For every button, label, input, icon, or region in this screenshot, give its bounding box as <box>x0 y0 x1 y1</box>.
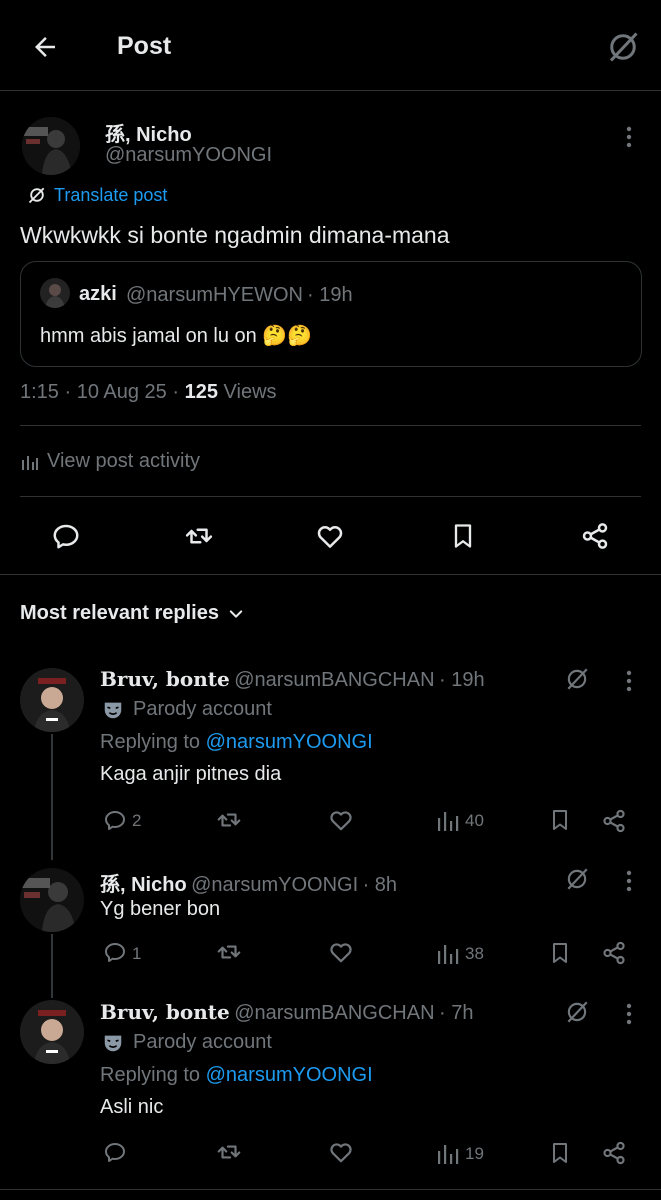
reply-header: 孫, Nicho @narsumYOONGI · 8h <box>100 868 397 897</box>
thinking-emoji: 🤔🤔 <box>262 325 313 347</box>
repost-icon[interactable] <box>214 806 244 834</box>
share-icon[interactable] <box>599 938 629 968</box>
quote-author-name: azki <box>79 283 117 305</box>
avatar[interactable] <box>20 1000 84 1064</box>
reply-time: · 19h <box>438 669 485 691</box>
reply-text: Asli nic <box>100 1096 164 1118</box>
avatar[interactable] <box>22 117 80 175</box>
replying-to: Replying to @narsumYOONGI <box>100 1064 373 1087</box>
views-icon[interactable] <box>436 1142 460 1166</box>
bookmark-icon[interactable] <box>546 1139 574 1167</box>
thread-line <box>51 934 53 998</box>
avatar[interactable] <box>20 668 84 732</box>
post-text: Wkwkwkk si bonte ngadmin dimana-mana <box>20 222 450 248</box>
repost-icon[interactable] <box>214 938 244 966</box>
reply-author-handle[interactable]: @narsumYOONGI <box>191 874 358 896</box>
translate-post-link[interactable]: Translate post <box>54 185 167 206</box>
post-author-handle[interactable]: @narsumYOONGI <box>105 144 272 167</box>
view-post-activity-link[interactable]: View post activity <box>47 450 200 473</box>
quote-text-body: hmm abis jamal on lu on <box>40 325 257 347</box>
post-meta: 1:15 · 10 Aug 25 · 125 Views <box>20 381 277 404</box>
replying-to-handle[interactable]: @narsumYOONGI <box>206 1064 373 1086</box>
translate-icon <box>27 185 47 205</box>
share-icon[interactable] <box>575 516 615 556</box>
reply-author-name[interactable]: Bruv, bonte <box>100 1000 230 1024</box>
sort-replies-label[interactable]: Most relevant replies <box>20 602 219 625</box>
like-icon[interactable] <box>327 1139 355 1165</box>
repost-icon[interactable] <box>178 516 220 556</box>
views-count: 38 <box>465 944 484 963</box>
meta-divider <box>20 425 641 426</box>
back-arrow-icon[interactable] <box>28 30 62 64</box>
bookmark-icon[interactable] <box>546 806 574 834</box>
like-icon[interactable] <box>310 516 350 556</box>
bottom-divider <box>0 1189 661 1190</box>
reply-icon[interactable] <box>46 516 86 556</box>
views-count: 19 <box>465 1144 484 1163</box>
views-count: 40 <box>465 811 484 830</box>
reply-count: 1 <box>132 944 142 963</box>
more-options-icon[interactable] <box>617 122 641 152</box>
replying-to: Replying to @narsumYOONGI <box>100 731 373 754</box>
views-label: Views <box>223 381 277 403</box>
analytics-icon <box>20 453 40 471</box>
grok-icon[interactable] <box>562 864 592 894</box>
more-options-icon[interactable] <box>620 1001 638 1027</box>
reply-icon[interactable] <box>102 939 128 965</box>
replying-to-prefix: Replying to <box>100 731 201 753</box>
grok-icon[interactable] <box>602 26 644 68</box>
replying-to-prefix: Replying to <box>100 1064 201 1086</box>
like-icon[interactable] <box>327 939 355 965</box>
reply-author-handle[interactable]: @narsumBANGCHAN <box>234 1002 434 1024</box>
more-options-icon[interactable] <box>620 868 638 894</box>
reply-header: Bruv, bonte @narsumBANGCHAN · 7h <box>100 1000 473 1025</box>
reply-icon[interactable] <box>102 807 128 833</box>
quote-author-handle: @narsumHYEWON <box>126 284 303 306</box>
grok-icon[interactable] <box>562 997 592 1027</box>
header-divider <box>0 90 661 91</box>
post-date: · 10 Aug 25 · <box>64 381 180 403</box>
replying-to-handle[interactable]: @narsumYOONGI <box>206 731 373 753</box>
reply-count: 2 <box>132 811 142 830</box>
quote-time: · 19h <box>307 284 353 306</box>
share-icon[interactable] <box>599 1138 629 1168</box>
quote-avatar <box>40 278 70 308</box>
repost-icon[interactable] <box>214 1138 244 1166</box>
reply-author-name[interactable]: Bruv, bonte <box>100 667 230 691</box>
grok-icon[interactable] <box>562 664 592 694</box>
share-icon[interactable] <box>599 806 629 836</box>
reply-icon[interactable] <box>102 1139 128 1165</box>
reply-text: Yg bener bon <box>100 898 221 920</box>
reply-time: · 8h <box>362 874 398 896</box>
avatar[interactable] <box>20 868 84 932</box>
reply-time: · 7h <box>438 1002 474 1024</box>
parody-label: Parody account <box>133 698 272 720</box>
page-title: Post <box>117 32 172 60</box>
bookmark-icon[interactable] <box>546 939 574 967</box>
reply-text: Kaga anjir pitnes dia <box>100 763 282 785</box>
quote-card[interactable] <box>20 261 642 367</box>
views-count: 125 <box>184 381 218 403</box>
views-icon[interactable] <box>436 809 460 833</box>
thread-line <box>51 734 53 860</box>
like-icon[interactable] <box>327 807 355 833</box>
reply-header: Bruv, bonte @narsumBANGCHAN · 19h <box>100 667 485 692</box>
quote-text: hmm abis jamal on lu on 🤔🤔 <box>40 323 312 348</box>
more-options-icon[interactable] <box>620 668 638 694</box>
parody-mask-icon <box>101 698 125 722</box>
post-time: 1:15 <box>20 381 59 403</box>
reply-author-name[interactable]: 孫, Nicho <box>100 874 187 896</box>
views-icon[interactable] <box>436 942 460 966</box>
bookmark-icon[interactable] <box>443 516 483 556</box>
post-author-name[interactable]: 孫, Nicho <box>105 118 192 147</box>
actions-divider <box>0 574 661 575</box>
activity-divider <box>20 496 641 497</box>
chevron-down-icon[interactable] <box>225 603 247 625</box>
parody-label: Parody account <box>133 1031 272 1053</box>
parody-mask-icon <box>101 1031 125 1055</box>
reply-author-handle[interactable]: @narsumBANGCHAN <box>234 669 434 691</box>
